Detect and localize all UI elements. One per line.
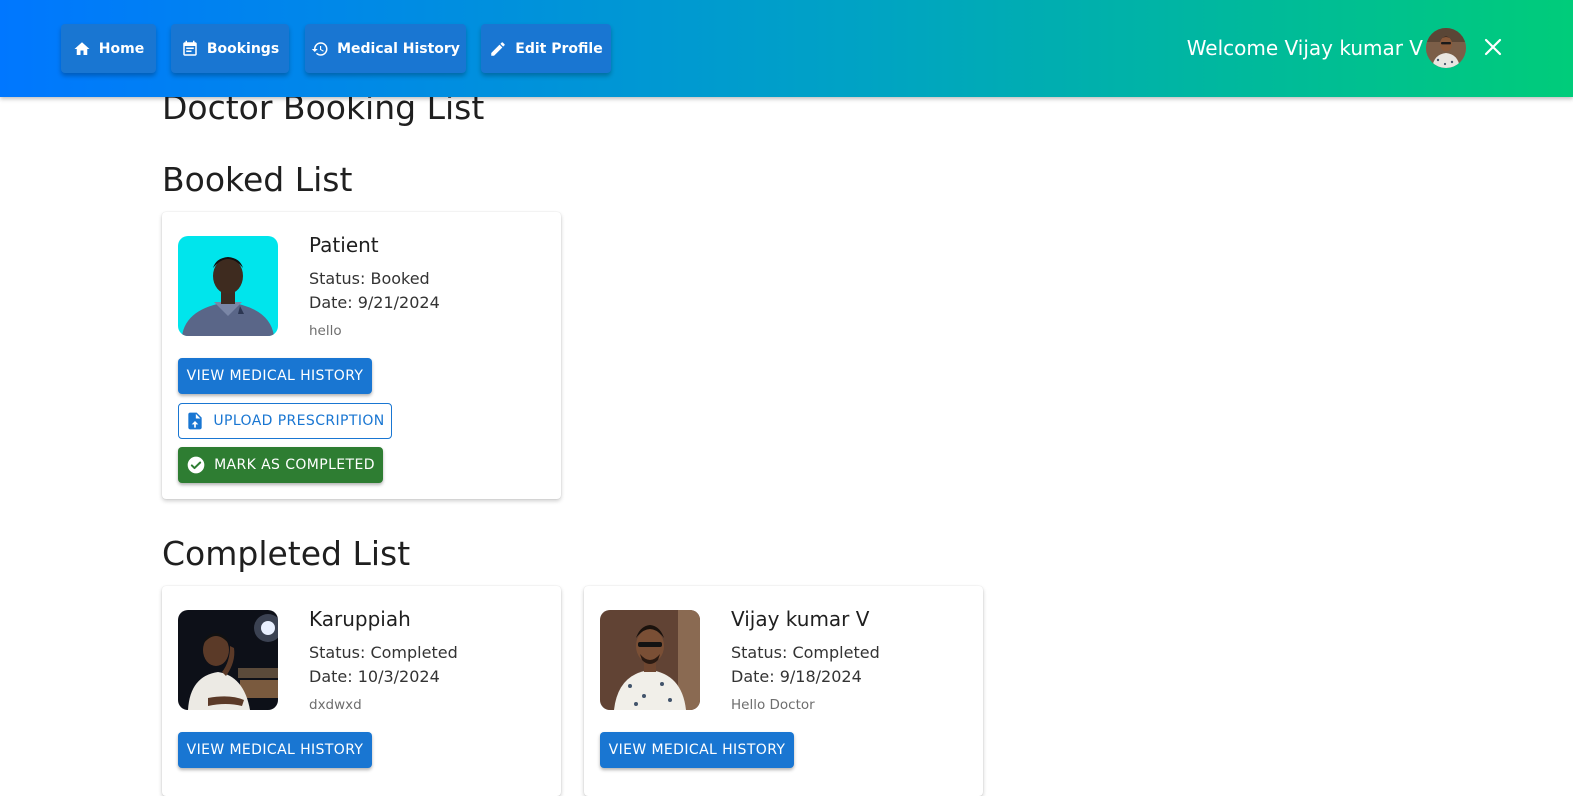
upload-prescription-button[interactable]: UPLOAD PRESCRIPTION bbox=[178, 403, 392, 439]
user-avatar-image bbox=[1426, 28, 1466, 68]
nav-home-button[interactable]: Home bbox=[61, 24, 156, 73]
nav-edit-profile-label: Edit Profile bbox=[515, 40, 603, 57]
view-medical-history-label: VIEW MEDICAL HISTORY bbox=[608, 742, 786, 758]
view-medical-history-button[interactable]: VIEW MEDICAL HISTORY bbox=[178, 358, 372, 394]
view-medical-history-button[interactable]: VIEW MEDICAL HISTORY bbox=[600, 732, 794, 768]
booking-note: hello bbox=[309, 323, 342, 339]
patient-name: Karuppiah bbox=[309, 607, 411, 631]
welcome-text: Welcome Vijay kumar V bbox=[1186, 36, 1423, 60]
patient-photo bbox=[178, 610, 278, 710]
booking-status: Status: Completed bbox=[731, 643, 880, 662]
nav-medical-history-label: Medical History bbox=[337, 40, 460, 57]
nav-bookings-label: Bookings bbox=[206, 40, 280, 57]
mark-as-completed-label: MARK AS COMPLETED bbox=[214, 457, 375, 473]
user-avatar[interactable] bbox=[1426, 28, 1466, 68]
booking-status: Status: Completed bbox=[309, 643, 458, 662]
completed-card: Vijay kumar V Status: Completed Date: 9/… bbox=[584, 586, 983, 796]
mark-as-completed-button[interactable]: MARK AS COMPLETED bbox=[178, 447, 383, 483]
history-icon bbox=[311, 41, 328, 56]
booking-date: Date: 9/18/2024 bbox=[731, 667, 862, 686]
pencil-icon bbox=[491, 41, 506, 56]
patient-photo bbox=[600, 610, 700, 710]
view-medical-history-label: VIEW MEDICAL HISTORY bbox=[186, 742, 364, 758]
view-medical-history-button[interactable]: VIEW MEDICAL HISTORY bbox=[178, 732, 372, 768]
patient-photo bbox=[178, 236, 278, 336]
upload-file-icon bbox=[188, 412, 202, 430]
booking-card: Patient Status: Booked Date: 9/21/2024 h… bbox=[162, 212, 561, 499]
view-medical-history-label: VIEW MEDICAL HISTORY bbox=[186, 368, 364, 384]
booking-note: Hello Doctor bbox=[731, 697, 815, 713]
upload-prescription-label: UPLOAD PRESCRIPTION bbox=[213, 413, 385, 429]
patient-name: Vijay kumar V bbox=[731, 607, 870, 631]
booking-note: dxdwxd bbox=[309, 697, 362, 713]
nav-bookings-button[interactable]: Bookings bbox=[171, 24, 289, 73]
top-app-bar: Home Bookings Medical History Edit Profi… bbox=[0, 0, 1573, 97]
nav-edit-profile-button[interactable]: Edit Profile bbox=[481, 24, 611, 73]
close-icon[interactable] bbox=[1483, 37, 1503, 57]
home-icon bbox=[74, 41, 90, 55]
completed-card: Karuppiah Status: Completed Date: 10/3/2… bbox=[162, 586, 561, 796]
check-circle-icon bbox=[187, 456, 205, 474]
booking-status: Status: Booked bbox=[309, 269, 430, 288]
booking-date: Date: 9/21/2024 bbox=[309, 293, 440, 312]
completed-list-heading: Completed List bbox=[162, 534, 411, 573]
nav-medical-history-button[interactable]: Medical History bbox=[305, 24, 466, 73]
booking-date: Date: 10/3/2024 bbox=[309, 667, 440, 686]
calendar-icon bbox=[183, 40, 197, 56]
booked-list-heading: Booked List bbox=[162, 160, 353, 199]
nav-home-label: Home bbox=[98, 40, 145, 57]
patient-name: Patient bbox=[309, 233, 379, 257]
